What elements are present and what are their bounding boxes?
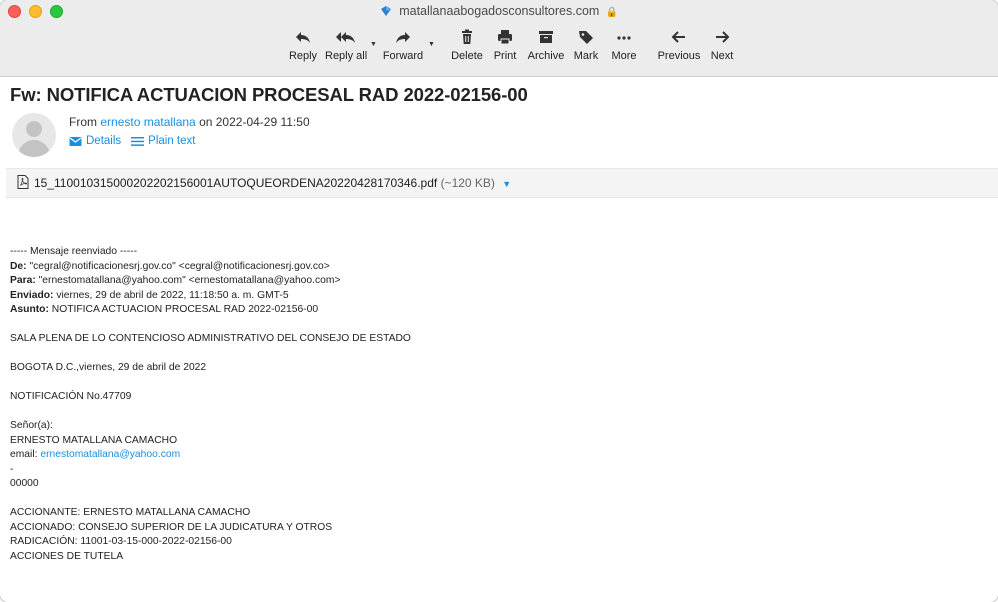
plain-text-label: Plain text bbox=[148, 135, 196, 147]
attachment-item[interactable]: 15_110010315000202202156001AUTOQUEORDENA… bbox=[34, 176, 511, 190]
email-label: email: bbox=[10, 449, 38, 460]
arrow-left-icon bbox=[671, 31, 685, 43]
forward-label: Forward bbox=[382, 50, 424, 62]
body-dash: - bbox=[10, 463, 14, 475]
reply-all-dropdown-icon[interactable]: ▼ bbox=[370, 41, 377, 48]
forward-header: ----- Mensaje reenviado ----- bbox=[10, 246, 138, 257]
body-notificacion: NOTIFICACIÓN No.47709 bbox=[10, 391, 132, 402]
attachment-bar: 15_110010315000202202156001AUTOQUEORDENA… bbox=[6, 168, 998, 198]
previous-button[interactable]: Previous bbox=[656, 26, 702, 62]
plain-text-link[interactable]: Plain text bbox=[131, 135, 195, 147]
window-title: matallanaabogadosconsultores.com 🔒 bbox=[0, 4, 998, 18]
message-body: ----- Mensaje reenviado ----- De: "cegra… bbox=[10, 245, 970, 564]
para-value: "ernestomatallana@yahoo.com" <ernestomat… bbox=[38, 275, 341, 286]
reply-all-icon bbox=[336, 32, 355, 43]
message-toolbar: Reply Reply all ▼ Forward ▼ Delete Print bbox=[0, 26, 998, 70]
printer-icon bbox=[498, 30, 512, 45]
body-senor: Señor(a): bbox=[10, 420, 53, 431]
details-label: Details bbox=[86, 135, 122, 147]
from-line: From ernesto matallana on 2022-04-29 11:… bbox=[69, 115, 310, 129]
de-value: "cegral@notificacionesrj.gov.co" <cegral… bbox=[29, 260, 330, 272]
reply-label: Reply bbox=[288, 50, 318, 62]
forward-dropdown-icon[interactable]: ▼ bbox=[428, 41, 435, 48]
tag-icon bbox=[579, 31, 593, 44]
reply-icon bbox=[296, 32, 310, 43]
next-button[interactable]: Next bbox=[708, 26, 736, 62]
archive-icon bbox=[539, 31, 553, 43]
body-email-row: email: ernestomatallana@yahoo.com bbox=[10, 448, 970, 463]
body-nombre: ERNESTO MATALLANA CAMACHO bbox=[10, 434, 178, 446]
lines-icon bbox=[131, 136, 145, 146]
subject-header-row: Asunto: NOTIFICA ACTUACION PROCESAL RAD … bbox=[10, 303, 970, 318]
from-header-row: De: "cegral@notificacionesrj.gov.co" <ce… bbox=[10, 260, 970, 275]
sender-avatar bbox=[12, 113, 56, 157]
body-accionante: ACCIONANTE: ERNESTO MATALLANA CAMACHO bbox=[10, 507, 251, 518]
more-button[interactable]: More bbox=[609, 26, 639, 62]
asunto-value: NOTIFICA ACTUACION PROCESAL RAD 2022-021… bbox=[51, 304, 319, 315]
attachment-filename[interactable]: 15_110010315000202202156001AUTOQUEORDENA… bbox=[34, 176, 437, 190]
trash-icon bbox=[462, 29, 472, 44]
message-subject: Fw: NOTIFICA ACTUACION PROCESAL RAD 2022… bbox=[10, 84, 528, 105]
from-prefix: From bbox=[69, 115, 97, 129]
body-sala: SALA PLENA DE LO CONTENCIOSO ADMINISTRAT… bbox=[10, 333, 411, 344]
pdf-file-icon bbox=[17, 175, 29, 189]
details-link[interactable]: Details bbox=[69, 135, 121, 147]
next-label: Next bbox=[710, 50, 734, 62]
sent-header-row: Enviado: viernes, 29 de abril de 2022, 1… bbox=[10, 289, 970, 304]
delete-button[interactable]: Delete bbox=[450, 26, 484, 62]
enviado-value: viernes, 29 de abril de 2022, 11:18:50 a… bbox=[56, 289, 289, 301]
lock-icon: 🔒 bbox=[605, 7, 619, 18]
more-label: More bbox=[611, 50, 637, 62]
attachment-dropdown-icon[interactable]: ▼ bbox=[502, 179, 511, 189]
body-acciones: ACCIONES DE TUTELA bbox=[10, 550, 124, 562]
window-title-text: matallanaabogadosconsultores.com bbox=[399, 4, 600, 18]
print-button[interactable]: Print bbox=[491, 26, 519, 62]
asunto-label: Asunto: bbox=[10, 304, 49, 315]
archive-button[interactable]: Archive bbox=[526, 26, 566, 62]
attachment-size: (~120 KB) bbox=[440, 176, 495, 190]
forward-button[interactable]: Forward bbox=[381, 26, 425, 62]
arrow-right-icon bbox=[716, 31, 730, 43]
envelope-icon bbox=[69, 136, 82, 146]
print-label: Print bbox=[493, 50, 517, 62]
more-icon bbox=[617, 36, 631, 40]
site-favicon-icon bbox=[380, 6, 391, 16]
body-accionado: ACCIONADO: CONSEJO SUPERIOR DE LA JUDICA… bbox=[10, 521, 333, 533]
reply-button[interactable]: Reply bbox=[286, 26, 320, 62]
archive-label: Archive bbox=[527, 50, 565, 62]
email-link[interactable]: ernestomatallana@yahoo.com bbox=[40, 449, 180, 460]
para-label: Para: bbox=[10, 275, 36, 286]
mail-window: matallanaabogadosconsultores.com 🔒 Reply… bbox=[0, 0, 998, 602]
delete-label: Delete bbox=[451, 50, 483, 62]
previous-label: Previous bbox=[657, 50, 701, 62]
reply-all-button[interactable]: Reply all bbox=[325, 26, 367, 62]
body-radicacion: RADICACIÓN: 11001-03-15-000-2022-02156-0… bbox=[10, 536, 232, 547]
body-bogota: BOGOTA D.C.,viernes, 29 de abril de 2022 bbox=[10, 362, 207, 373]
body-zeros: 00000 bbox=[10, 478, 39, 489]
header-links: Details Plain text bbox=[69, 135, 195, 147]
message-view: Fw: NOTIFICA ACTUACION PROCESAL RAD 2022… bbox=[0, 77, 998, 602]
mark-button[interactable]: Mark bbox=[572, 26, 600, 62]
reply-all-label: Reply all bbox=[325, 50, 368, 62]
title-bar: matallanaabogadosconsultores.com 🔒 Reply… bbox=[0, 0, 998, 77]
to-header-row: Para: "ernestomatallana@yahoo.com" <erne… bbox=[10, 274, 970, 289]
sent-date: on 2022-04-29 11:50 bbox=[199, 115, 310, 129]
sender-name-link[interactable]: ernesto matallana bbox=[100, 115, 195, 129]
enviado-label: Enviado: bbox=[10, 289, 54, 301]
de-label: De: bbox=[10, 260, 27, 272]
forward-icon bbox=[396, 32, 410, 43]
mark-label: Mark bbox=[573, 50, 599, 62]
